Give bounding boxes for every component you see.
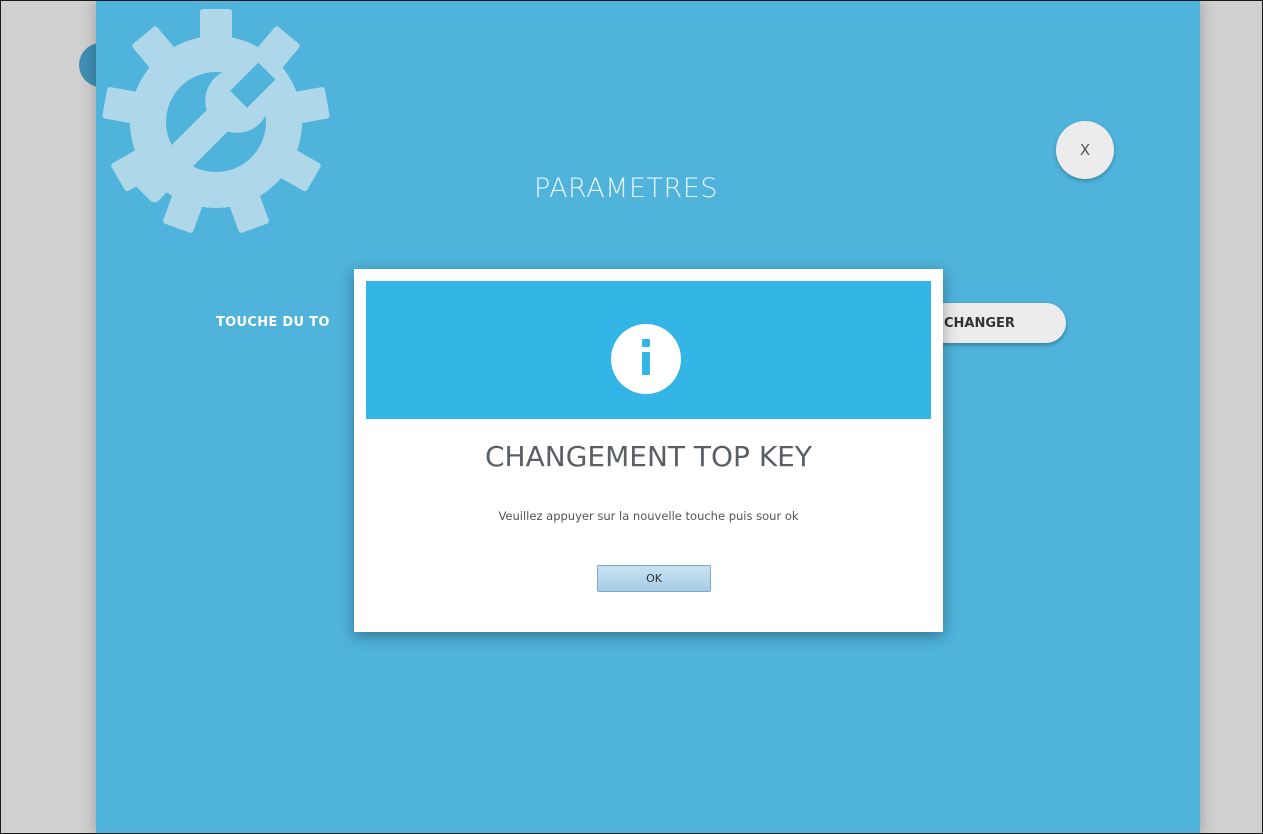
ok-button[interactable]: OK [597, 565, 711, 592]
info-dialog: CHANGEMENT TOP KEY Veuillez appuyer sur … [354, 269, 943, 632]
dialog-title: CHANGEMENT TOP KEY [485, 440, 812, 473]
app-window: X PARAMETRES TOUCHE DU TO CHANGER CHANGE… [0, 0, 1263, 834]
top-key-label: TOUCHE DU TO [216, 315, 330, 330]
info-icon [611, 324, 681, 394]
page-title: PARAMETRES [534, 173, 718, 204]
close-button[interactable]: X [1056, 121, 1114, 179]
dialog-message: Veuillez appuyer sur la nouvelle touche … [498, 509, 799, 523]
dialog-header [366, 281, 931, 419]
